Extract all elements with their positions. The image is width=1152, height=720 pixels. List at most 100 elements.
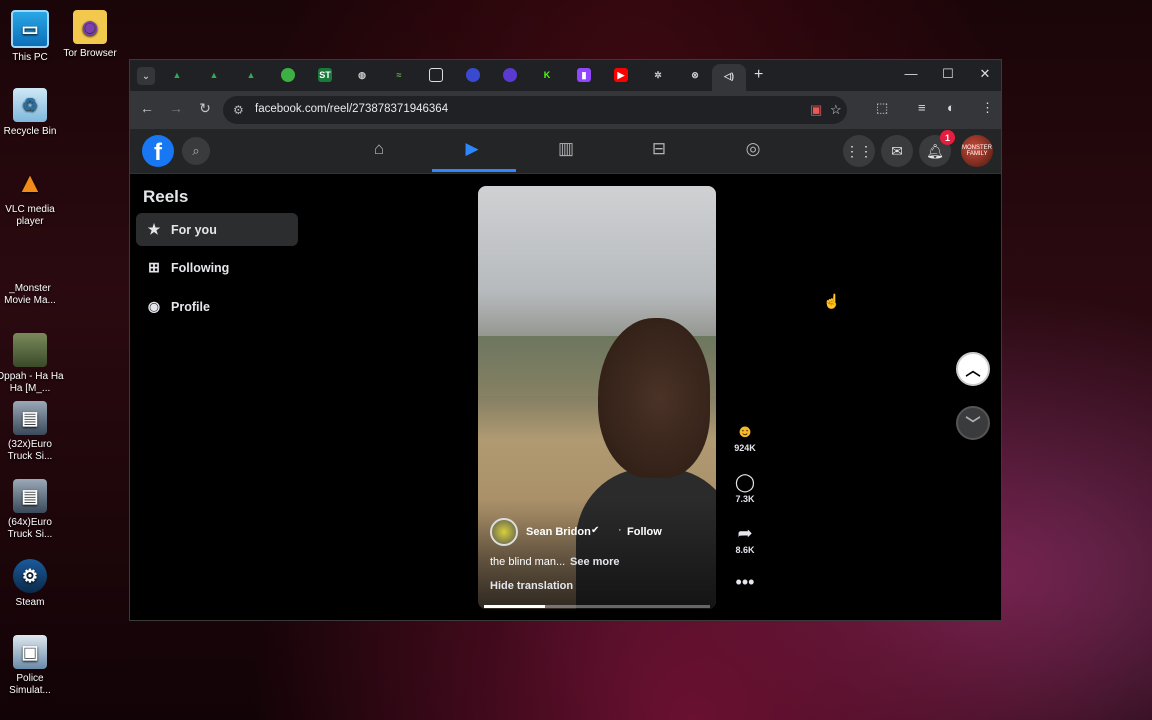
desktop-icon-euro-truck-64[interactable]: ▤ (64x)Euro Truck Si...	[0, 479, 65, 541]
url-text[interactable]: facebook.com/reel/273878371946364	[255, 103, 448, 115]
mouse-cursor-icon: ☝	[823, 293, 841, 309]
share-icon: ➦	[737, 523, 753, 543]
cast-icon[interactable]: ▣	[810, 102, 822, 118]
author-name[interactable]: Sean Bridon	[526, 526, 591, 538]
facebook-logo-icon[interactable]: f	[142, 135, 174, 167]
desktop-icon-steam[interactable]: ⚙ Steam	[0, 559, 65, 609]
tab-search-button[interactable]: ⌄	[137, 67, 155, 85]
image-icon[interactable]	[429, 68, 443, 82]
twitch-icon[interactable]: ▮	[577, 68, 591, 82]
url-field[interactable]: ⚙ facebook.com/reel/273878371946364 ▣ ☆	[223, 96, 847, 124]
share-button[interactable]: ➦ 8.6K	[730, 523, 760, 555]
previous-reel-button[interactable]: ︿	[956, 352, 990, 386]
gaming-icon[interactable]: ◎	[740, 139, 766, 163]
menu-icon[interactable]: ⋮	[981, 100, 994, 116]
drive-icon[interactable]: ▲	[244, 68, 258, 82]
user-icon[interactable]	[503, 68, 517, 82]
tab-bar: ⌄ ▲ ▲ ▲ ST ◍ ≈ K ▮ ▶ ✲ ⊗ ◁) + — ☐ ✕	[130, 60, 1001, 91]
reload-button[interactable]: ↻	[195, 100, 215, 117]
truck-icon: ▤	[13, 479, 47, 513]
folder-icon: ◉	[73, 10, 107, 44]
monitor-icon: ▭	[11, 10, 49, 48]
loading-icon[interactable]: ✲	[651, 68, 665, 82]
sidebar-item-profile[interactable]: ◉ Profile	[136, 290, 298, 323]
profile-icon: ◉	[147, 298, 161, 314]
groups-icon[interactable]: ▥	[553, 139, 579, 163]
audio-icon[interactable]: ◁)	[722, 69, 736, 83]
chevron-down-icon: ﹀	[965, 415, 981, 433]
search-icon[interactable]: ⌕	[182, 137, 210, 165]
k-icon[interactable]: K	[540, 68, 554, 82]
monster-icon	[13, 245, 47, 279]
x-icon[interactable]: ⊗	[688, 68, 702, 82]
video-subject-head	[598, 318, 710, 478]
profile-icon[interactable]: ◐	[947, 100, 955, 115]
messenger-icon[interactable]: ✉	[881, 135, 913, 167]
sidebar-item-label: Profile	[171, 300, 210, 314]
sidebar-item-for-you[interactable]: ★ For you	[136, 213, 298, 246]
desktop-icon-label: Steam	[15, 597, 45, 608]
truck-icon: ▤	[13, 401, 47, 435]
desktop-icon-label: This PC	[12, 52, 48, 63]
video-progress-bar[interactable]	[484, 605, 710, 608]
notification-badge: 1	[940, 130, 955, 145]
comment-button[interactable]: ◯ 7.3K	[730, 472, 760, 504]
desktop-icon-police-simulator[interactable]: ▣ Police Simulat...	[0, 635, 65, 697]
desktop-icon-label: (32x)Euro Truck Si...	[7, 439, 53, 462]
video-progress-fill	[484, 605, 546, 608]
separator-dot: ·	[618, 524, 622, 536]
desktop-icon-euro-truck-32[interactable]: ▤ (32x)Euro Truck Si...	[0, 401, 65, 463]
comment-count: 7.3K	[735, 494, 755, 504]
desktop-icon-tor-browser[interactable]: ◉ Tor Browser	[55, 10, 125, 60]
active-tab-indicator	[432, 169, 516, 172]
desktop-icon-oppah[interactable]: Oppah - Ha Ha Ha [M_...	[0, 333, 65, 395]
youtube-icon[interactable]: ▶	[614, 68, 628, 82]
avatar[interactable]: MONSTER FAMILY	[961, 135, 993, 167]
drive-icon[interactable]: ▲	[207, 68, 221, 82]
desktop-icon-monster-movie[interactable]: _Monster Movie Ma...	[0, 245, 65, 307]
reels-icon[interactable]: ▶	[459, 139, 485, 163]
police-icon: ▣	[13, 635, 47, 669]
globe-icon[interactable]: ◍	[355, 68, 369, 82]
green-icon[interactable]	[281, 68, 295, 82]
desktop-icon-label: _Monster Movie Ma...	[4, 283, 56, 306]
see-more-link[interactable]: See more	[570, 556, 620, 568]
page-title: Reels	[143, 187, 189, 206]
marketplace-icon[interactable]: ⊟	[646, 139, 672, 163]
avatar-text: MONSTER FAMILY	[962, 145, 992, 157]
drive-icon[interactable]: ▲	[170, 68, 184, 82]
forward-button[interactable]: →	[166, 100, 186, 116]
follow-button[interactable]: Follow	[627, 526, 662, 538]
reaction-button[interactable]: ☻ 924K	[730, 421, 760, 453]
close-window-button[interactable]: ✕	[975, 66, 995, 82]
next-reel-button[interactable]: ﹀	[956, 406, 990, 440]
hide-translation-link[interactable]: Hide translation	[490, 580, 573, 592]
author-avatar[interactable]	[490, 518, 518, 546]
comet-icon[interactable]: ≈	[392, 68, 406, 82]
extensions-icon[interactable]: ⬚	[876, 100, 888, 116]
tab-active[interactable]: ◁)	[712, 64, 746, 91]
desktop-icon-label: Oppah - Ha Ha Ha [M_...	[0, 371, 64, 394]
desktop-icon-recycle-bin[interactable]: ♻ Recycle Bin	[0, 88, 65, 138]
home-icon[interactable]: ⌂	[366, 139, 392, 163]
menu-grid-icon[interactable]: ⋮⋮	[843, 135, 875, 167]
user-icon[interactable]	[466, 68, 480, 82]
minimize-button[interactable]: —	[901, 66, 921, 81]
more-options-button[interactable]: •••	[730, 572, 760, 592]
back-button[interactable]: ←	[137, 100, 157, 116]
reel-video[interactable]: Sean Bridon ✔ · Follow the blind man... …	[478, 186, 716, 609]
vlc-icon: ▲	[16, 167, 44, 198]
haha-reaction-icon: ☻	[735, 421, 755, 441]
sidebar-item-following[interactable]: ⊞ Following	[136, 251, 298, 284]
media-controls-icon[interactable]: ≡	[918, 100, 926, 115]
new-tab-button[interactable]: +	[754, 66, 763, 84]
sidebar-item-label: Following	[171, 261, 230, 275]
site-info-icon[interactable]: ⚙	[233, 103, 244, 117]
more-icon: •••	[735, 572, 755, 592]
following-icon: ⊞	[148, 259, 160, 275]
st-icon[interactable]: ST	[318, 68, 332, 82]
maximize-button[interactable]: ☐	[938, 66, 958, 82]
video-overlay	[478, 499, 716, 609]
bookmark-star-icon[interactable]: ☆	[830, 102, 842, 118]
desktop-icon-vlc[interactable]: ▲ VLC media player	[0, 166, 65, 228]
